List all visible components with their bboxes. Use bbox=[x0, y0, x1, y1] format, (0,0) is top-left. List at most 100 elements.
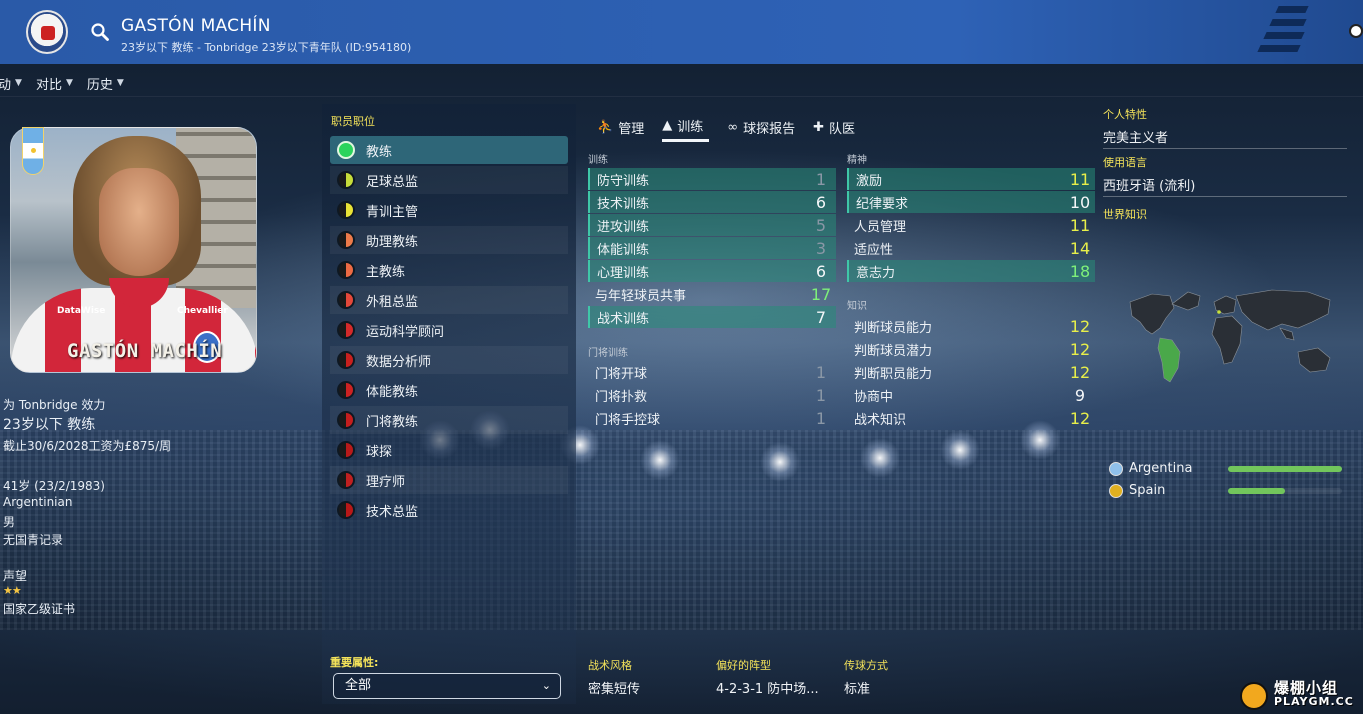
role-suitability-icon bbox=[337, 411, 355, 429]
role-item[interactable]: 数据分析师 bbox=[330, 346, 568, 374]
nation-knowledge-bar bbox=[1228, 488, 1342, 494]
knowledge-bar-fill bbox=[1228, 488, 1285, 494]
stadium-light bbox=[940, 430, 980, 470]
knowledge-attribute[interactable]: 协商中 9 bbox=[847, 384, 1095, 406]
coaching-section-label: 训练 bbox=[588, 155, 608, 166]
mental-attribute[interactable]: 激励 11 bbox=[847, 168, 1095, 190]
mental-attribute[interactable]: 人员管理 11 bbox=[847, 214, 1095, 236]
chevron-down-icon: ▼ bbox=[116, 78, 124, 88]
stadium-light bbox=[760, 442, 800, 482]
knowledge-attribute[interactable]: 判断球员潜力 12 bbox=[847, 338, 1095, 360]
tab-medical[interactable]: ✚ 队医 bbox=[813, 112, 855, 142]
nav-menu-compare[interactable]: 对比 ▼ bbox=[36, 72, 73, 94]
coaching-attribute[interactable]: 与年轻球员共事 17 bbox=[588, 283, 836, 305]
attribute-label: 体能训练 bbox=[597, 242, 650, 258]
knowledge-bar-fill bbox=[1228, 466, 1342, 472]
mental-attribute[interactable]: 适应性 14 bbox=[847, 237, 1095, 259]
role-suitability-icon bbox=[337, 291, 355, 309]
tab-label: 球探报告 bbox=[743, 121, 796, 137]
role-item[interactable]: 运动科学顾问 bbox=[330, 316, 568, 344]
attribute-label: 判断球员潜力 bbox=[854, 343, 933, 359]
chevron-down-icon: ⌄ bbox=[541, 679, 551, 692]
role-item[interactable]: 门将教练 bbox=[330, 406, 568, 434]
spain-flag-icon bbox=[1109, 483, 1123, 498]
role-item[interactable]: 技术总监 bbox=[330, 496, 568, 524]
attribute-label: 适应性 bbox=[854, 242, 894, 258]
language-value: 西班牙语 (流利) bbox=[1103, 179, 1196, 194]
coaching-attribute[interactable]: 进攻训练 5 bbox=[588, 214, 836, 236]
coaching-attribute[interactable]: 防守训练 1 bbox=[588, 168, 836, 190]
mental-attribute[interactable]: 纪律要求 10 bbox=[847, 191, 1095, 213]
attribute-value: 3 bbox=[815, 238, 827, 258]
tab-scouting[interactable]: ∞ 球探报告 bbox=[727, 112, 795, 142]
role-item[interactable]: 外租总监 bbox=[330, 286, 568, 314]
search-icon[interactable] bbox=[90, 22, 110, 42]
knowledge-attribute[interactable]: 战术知识 12 bbox=[847, 407, 1095, 429]
training-icon: ▲ bbox=[662, 118, 673, 133]
attribute-label: 人员管理 bbox=[854, 219, 907, 235]
shirt-sponsor-left: DataWise bbox=[57, 306, 106, 316]
role-item[interactable]: 青训主管 bbox=[330, 196, 568, 224]
role-item[interactable]: 体能教练 bbox=[330, 376, 568, 404]
attribute-label: 战术训练 bbox=[597, 311, 650, 327]
attribute-value: 11 bbox=[1069, 169, 1091, 189]
knowledge-section-label: 知识 bbox=[847, 301, 867, 312]
role-item[interactable]: 教练 bbox=[330, 136, 568, 164]
nation-knowledge-bar bbox=[1228, 466, 1342, 472]
chevron-down-icon: ▼ bbox=[65, 78, 73, 88]
role-item[interactable]: 球探 bbox=[330, 436, 568, 464]
role-label: 理疗师 bbox=[366, 474, 406, 490]
coaching-attribute[interactable]: 战术训练 7 bbox=[588, 306, 836, 328]
mental-attribute[interactable]: 意志力 18 bbox=[847, 260, 1095, 282]
tactical-style-value: 密集短传 bbox=[588, 682, 641, 697]
stadium-crowd bbox=[0, 430, 1363, 630]
profile-header: GASTÓN MACHÍN 23岁以下 教练 - Tonbridge 23岁以下… bbox=[0, 0, 1363, 64]
tab-label: 管理 bbox=[618, 121, 645, 137]
attribute-value: 12 bbox=[1069, 316, 1091, 336]
role-item[interactable]: 理疗师 bbox=[330, 466, 568, 494]
argentina-flag-icon bbox=[22, 127, 44, 175]
attribute-value: 14 bbox=[1069, 238, 1091, 258]
role-suitability-icon bbox=[337, 201, 355, 219]
role-item[interactable]: 主教练 bbox=[330, 256, 568, 284]
attribute-label: 判断球员能力 bbox=[854, 320, 933, 336]
club-badge-icon[interactable] bbox=[26, 10, 68, 54]
nation-spain: Spain bbox=[1109, 483, 1165, 498]
staff-subtitle: 23岁以下 教练 - Tonbridge 23岁以下青年队 (ID:954180… bbox=[121, 41, 412, 54]
role-item[interactable]: 助理教练 bbox=[330, 226, 568, 254]
trait-label: 个人特性 bbox=[1103, 108, 1147, 121]
staff-photo: DataWise Chevallier GASTÓN MACHÍN bbox=[10, 127, 257, 373]
key-attributes-select[interactable]: 全部 ⌄ bbox=[333, 673, 561, 699]
knowledge-attribute[interactable]: 判断职员能力 12 bbox=[847, 361, 1095, 383]
goalkeeping-attribute[interactable]: 门将扑救 1 bbox=[588, 384, 836, 406]
tab-management[interactable]: ⛹ 管理 bbox=[597, 112, 644, 142]
role-label: 教练 bbox=[366, 144, 393, 160]
trait-value: 完美主义者 bbox=[1103, 131, 1169, 146]
ball-icon[interactable] bbox=[1349, 24, 1363, 38]
stadium-light bbox=[640, 440, 680, 480]
role-suitability-icon bbox=[337, 231, 355, 249]
role-suitability-icon bbox=[337, 501, 355, 519]
tab-training[interactable]: ▲ 训练 bbox=[662, 112, 710, 142]
role-label: 技术总监 bbox=[366, 504, 419, 520]
argentina-flag-icon bbox=[1109, 461, 1123, 476]
role-suitability-icon bbox=[337, 441, 355, 459]
role-label: 青训主管 bbox=[366, 204, 419, 220]
attribute-value: 12 bbox=[1069, 339, 1091, 359]
header-stripes-decoration bbox=[1257, 0, 1333, 64]
role-item[interactable]: 足球总监 bbox=[330, 166, 568, 194]
divider bbox=[1103, 196, 1347, 197]
role-label: 球探 bbox=[366, 444, 393, 460]
coaching-attribute[interactable]: 心理训练 6 bbox=[588, 260, 836, 282]
photo-name-caption: GASTÓN MACHÍN bbox=[67, 340, 223, 362]
goalkeeping-attribute[interactable]: 门将手控球 1 bbox=[588, 407, 836, 429]
knowledge-attribute[interactable]: 判断球员能力 12 bbox=[847, 315, 1095, 337]
coaching-attribute[interactable]: 体能训练 3 bbox=[588, 237, 836, 259]
coaching-attribute[interactable]: 技术训练 6 bbox=[588, 191, 836, 213]
attribute-value: 6 bbox=[815, 261, 827, 281]
nav-menu-history[interactable]: 历史 ▼ bbox=[87, 72, 124, 94]
goalkeeping-attribute[interactable]: 门将开球 1 bbox=[588, 361, 836, 383]
stadium-light bbox=[860, 438, 900, 478]
nav-menu-actions[interactable]: 动 ▼ bbox=[0, 72, 22, 94]
profile-nav: 动 ▼ 对比 ▼ 历史 ▼ bbox=[0, 72, 138, 94]
